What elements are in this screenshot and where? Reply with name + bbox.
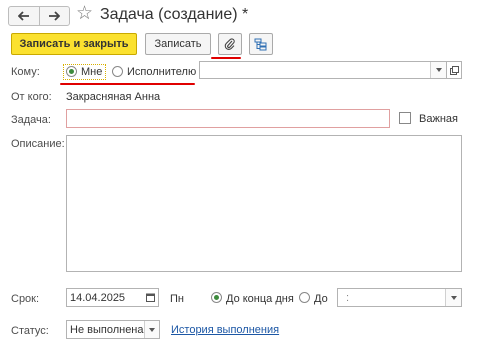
radio-until[interactable] xyxy=(299,292,310,303)
calendar-icon xyxy=(146,293,155,302)
deadline-weekday: Пн xyxy=(170,293,184,305)
navigation-group xyxy=(8,6,70,26)
hierarchy-icon xyxy=(254,38,267,50)
radio-end-of-day-label: До конца дня xyxy=(226,293,294,305)
radio-executor-label: Исполнителю xyxy=(127,66,197,78)
chevron-down-icon xyxy=(149,327,155,332)
annotation-underline xyxy=(211,57,241,59)
attach-button[interactable] xyxy=(218,33,242,55)
time-dropdown-button[interactable] xyxy=(445,289,461,306)
status-label: Статус: xyxy=(11,325,49,337)
back-button[interactable] xyxy=(9,7,39,25)
radio-executor[interactable] xyxy=(112,66,123,77)
description-textarea[interactable] xyxy=(66,135,462,272)
deadline-date-input[interactable]: 14.04.2025 xyxy=(67,289,143,306)
chevron-down-icon xyxy=(435,68,442,72)
structure-button[interactable] xyxy=(249,33,273,55)
forward-button[interactable] xyxy=(38,7,70,25)
recipient-input[interactable] xyxy=(200,62,430,78)
to-label: Кому: xyxy=(11,66,40,78)
status-value: Не выполнена xyxy=(70,324,144,336)
from-value: Закрасняная Анна xyxy=(66,91,161,103)
task-input[interactable] xyxy=(66,109,390,128)
annotation-underline xyxy=(60,83,195,85)
save-and-close-button[interactable]: Записать и закрыть xyxy=(11,33,137,55)
important-label: Важная xyxy=(419,113,458,125)
open-recipient-button[interactable] xyxy=(446,61,462,79)
star-icon[interactable]: ☆ xyxy=(76,3,93,25)
recipient-dropdown-button[interactable] xyxy=(430,62,446,78)
deadline-time-input[interactable]: : xyxy=(338,289,445,306)
chevron-down-icon xyxy=(450,295,457,300)
task-label: Задача: xyxy=(11,114,51,126)
save-button[interactable]: Записать xyxy=(145,33,211,55)
from-label: От кого: xyxy=(11,91,52,103)
arrow-right-icon xyxy=(49,11,61,21)
calendar-button[interactable] xyxy=(143,289,158,306)
status-select[interactable]: Не выполнена xyxy=(66,320,160,339)
deadline-time-field[interactable]: : xyxy=(337,288,462,307)
history-link[interactable]: История выполнения xyxy=(171,324,279,336)
open-icon xyxy=(449,65,459,75)
status-dropdown-button[interactable] xyxy=(144,321,159,338)
description-label: Описание: xyxy=(11,138,65,150)
deadline-label: Срок: xyxy=(11,293,40,305)
radio-me[interactable] xyxy=(66,66,77,77)
page-title: Задача (создание) * xyxy=(100,6,249,23)
radio-until-label: До xyxy=(314,293,328,305)
radio-end-of-day[interactable] xyxy=(211,292,222,303)
paperclip-icon xyxy=(224,38,235,50)
recipient-field[interactable] xyxy=(199,61,447,79)
arrow-left-icon xyxy=(17,11,29,21)
deadline-date-field[interactable]: 14.04.2025 xyxy=(66,288,159,307)
important-checkbox[interactable] xyxy=(399,112,411,124)
radio-me-label: Мне xyxy=(81,66,103,78)
